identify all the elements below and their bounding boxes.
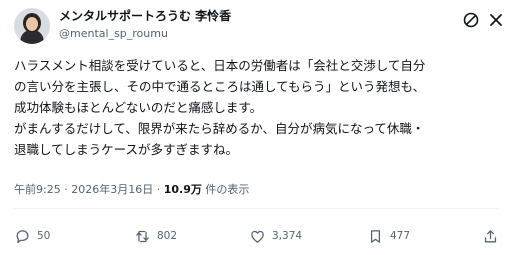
reply-icon (16, 229, 29, 243)
x-close-icon[interactable] (487, 11, 505, 29)
post-text: ハラスメント相談を受けていると、日本の労働者は「会社と交渉して自分 の言い分を主… (14, 55, 500, 160)
post-line: 成功体験もほとんどないのだと痛感します。 (14, 100, 263, 115)
bookmark-button[interactable]: 477 (367, 225, 410, 247)
views-label: 件の表示 (205, 183, 250, 196)
meta-separator: · (64, 183, 68, 196)
no-entry-sign-icon[interactable] (462, 11, 480, 29)
post-line: 退職してしまうケースが多すぎますね。 (14, 142, 239, 157)
repost-button[interactable]: 802 (134, 225, 177, 247)
bookmark-count: 477 (390, 230, 411, 242)
post-date[interactable]: 2026年3月16日 (71, 183, 153, 196)
post-line: がまんするだけして、限界が来たら辞めるか、自分が病気になって休職・ (14, 121, 425, 136)
post-time[interactable]: 午前9:25 (14, 183, 61, 196)
avatar-image (14, 8, 50, 44)
post-meta: 午前9:25 · 2026年3月16日 · 10.9万 件の表示 (14, 182, 249, 198)
share-icon (484, 229, 497, 242)
reply-count: 50 (37, 230, 51, 242)
reply-button[interactable]: 50 (14, 225, 50, 247)
views-count: 10.9万 (163, 183, 202, 196)
post-line: の言い分を主張し、その中で通るところは通してもらう」という発想も、 (14, 79, 426, 94)
author-name[interactable]: メンタルサポートろうむ 李怜香 (59, 8, 231, 24)
repost-count: 802 (157, 230, 178, 242)
share-button[interactable] (482, 225, 499, 247)
like-count: 3,374 (272, 230, 303, 242)
meta-separator: · (156, 183, 161, 196)
divider (14, 208, 498, 209)
like-button[interactable]: 3,374 (249, 225, 302, 247)
action-bar: 50 802 3,374 477 (0, 225, 512, 251)
author-handle[interactable]: @mental_sp_roumu (59, 26, 168, 41)
repost-icon (136, 230, 149, 242)
post-line: ハラスメント相談を受けていると、日本の労働者は「会社と交渉して自分 (14, 58, 426, 73)
like-icon (251, 230, 264, 243)
bookmark-icon (370, 229, 381, 243)
avatar[interactable] (14, 8, 50, 44)
